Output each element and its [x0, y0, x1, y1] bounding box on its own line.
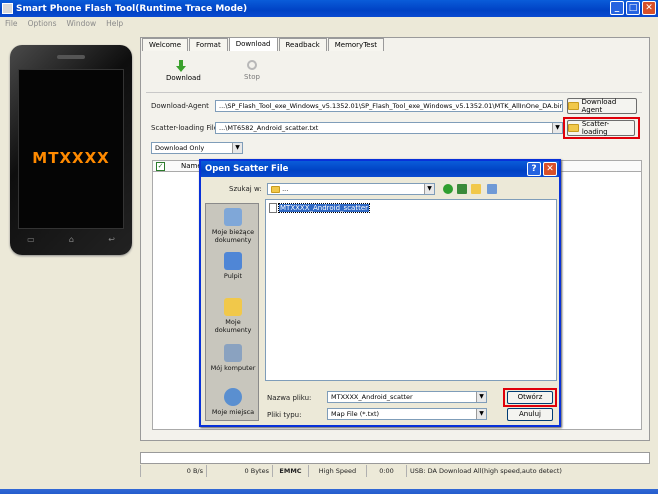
phone-speaker — [57, 55, 85, 59]
open-scatter-file-dialog: Open Scatter File ? ✕ Szukaj w: ... ▼ Mo… — [199, 159, 561, 427]
tab-format[interactable]: Format — [189, 38, 228, 51]
dialog-title-bar: Open Scatter File ? ✕ — [201, 161, 559, 177]
window-title: Smart Phone Flash Tool(Runtime Trace Mod… — [16, 3, 248, 14]
menu-bar: File Options Window Help — [0, 17, 658, 29]
place-recent[interactable]: Moje bieżące dokumenty — [206, 208, 260, 244]
download-arrow-icon — [176, 60, 186, 72]
file-list[interactable]: MTXXXX_Android_scatter — [265, 199, 557, 381]
status-connection: USB: DA Download All(high speed,auto det… — [406, 465, 650, 477]
view-menu-icon[interactable] — [487, 184, 497, 194]
place-desktop-label: Pulpit — [223, 272, 243, 280]
chevron-down-icon[interactable]: ▼ — [232, 143, 242, 153]
tab-readback[interactable]: Readback — [278, 38, 327, 51]
up-folder-icon[interactable] — [457, 184, 467, 194]
places-bar: Moje bieżące dokumenty Pulpit Moje dokum… — [205, 203, 259, 421]
desktop-icon — [224, 252, 242, 270]
file-item-label: MTXXXX_Android_scatter — [277, 203, 371, 213]
place-network-label: Moje miejsca — [211, 408, 255, 416]
close-button[interactable]: ✕ — [642, 1, 656, 15]
cancel-button[interactable]: Anuluj — [507, 408, 553, 421]
look-in-label: Szukaj w: — [229, 185, 262, 193]
place-recent-label: Moje bieżące dokumenty — [211, 228, 255, 244]
place-desktop[interactable]: Pulpit — [206, 252, 260, 280]
stop-icon — [247, 60, 257, 70]
new-folder-icon[interactable] — [471, 184, 481, 194]
tab-welcome[interactable]: Welcome — [142, 38, 189, 51]
look-in-select[interactable]: ... ▼ — [267, 183, 435, 195]
download-label: Download — [166, 74, 201, 82]
scatter-loading-field[interactable]: ...\MT6582_Android_scatter.txt ▼ — [215, 122, 563, 134]
folder-icon — [568, 102, 579, 110]
filename-input[interactable]: MTXXXX_Android_scatter ▼ — [327, 391, 487, 403]
status-speed: 0 B/s — [140, 465, 206, 477]
download-mode-select[interactable]: Download Only ▼ — [151, 142, 243, 154]
filetype-label: Pliki typu: — [267, 411, 302, 419]
download-button[interactable]: Download — [166, 60, 201, 82]
scatter-loading-value: ...\MT6582_Android_scatter.txt — [219, 124, 319, 132]
download-agent-label: Download-Agent — [151, 102, 209, 110]
chevron-down-icon[interactable]: ▼ — [476, 392, 486, 402]
filetype-select[interactable]: Map File (*.txt) ▼ — [327, 408, 487, 420]
recent-documents-icon — [224, 208, 242, 226]
dialog-title: Open Scatter File — [205, 164, 289, 174]
chevron-down-icon[interactable]: ▼ — [476, 409, 486, 419]
download-mode-value: Download Only — [155, 144, 205, 152]
download-agent-field[interactable]: ...\SP_Flash_Tool_exe_Windows_v5.1352.01… — [215, 100, 563, 112]
place-network[interactable]: Moje miejsca — [206, 388, 260, 416]
toolbar-divider — [146, 92, 642, 93]
stop-label: Stop — [244, 73, 260, 81]
menu-file[interactable]: File — [5, 19, 18, 28]
text-file-icon — [269, 203, 277, 213]
download-agent-button-label: Download Agent — [581, 98, 617, 114]
stop-button[interactable]: Stop — [240, 60, 264, 81]
chevron-down-icon[interactable]: ▼ — [424, 184, 434, 194]
phone-back-key-icon: ▭ — [27, 235, 35, 244]
place-my-computer[interactable]: Mój komputer — [206, 344, 260, 372]
download-agent-button[interactable]: Download Agent — [567, 98, 637, 114]
filetype-value: Map File (*.txt) — [331, 410, 380, 418]
network-places-icon — [224, 388, 242, 406]
menu-help[interactable]: Help — [106, 19, 123, 28]
filename-value: MTXXXX_Android_scatter — [331, 393, 413, 401]
phone-return-key-icon: ↩ — [108, 235, 115, 244]
scatter-loading-label: Scatter-loading File — [151, 124, 219, 132]
title-bar: Smart Phone Flash Tool(Runtime Trace Mod… — [0, 0, 658, 17]
phone-brand-label: MTXXXX — [32, 149, 110, 167]
status-bytes: 0 Bytes — [206, 465, 272, 477]
file-item-scatter[interactable]: MTXXXX_Android_scatter — [269, 203, 371, 213]
open-button-highlight — [503, 388, 557, 407]
dialog-close-button[interactable]: ✕ — [543, 162, 557, 176]
select-all-checkbox[interactable]: ✓ — [156, 162, 165, 171]
my-documents-icon — [224, 298, 242, 316]
scatter-loading-highlight — [563, 117, 640, 139]
tab-memorytest[interactable]: MemoryTest — [327, 38, 384, 51]
taskbar — [0, 489, 658, 494]
status-storage: EMMC — [272, 465, 308, 477]
folder-icon — [271, 185, 280, 193]
place-my-documents-label: Moje dokumenty — [214, 318, 252, 334]
maximize-button[interactable]: □ — [626, 1, 640, 15]
place-my-documents[interactable]: Moje dokumenty — [206, 298, 260, 334]
place-my-computer-label: Mój komputer — [210, 364, 256, 372]
my-computer-icon — [224, 344, 242, 362]
status-usb-speed: High Speed — [308, 465, 366, 477]
minimize-button[interactable]: _ — [610, 1, 624, 15]
menu-options[interactable]: Options — [28, 19, 57, 28]
phone-image: MTXXXX ▭ ⌂ ↩ — [10, 45, 132, 255]
progress-bar — [140, 452, 650, 464]
chevron-down-icon[interactable]: ▼ — [552, 123, 562, 133]
look-in-value: ... — [282, 185, 289, 193]
back-icon[interactable] — [443, 184, 453, 194]
status-bar: 0 B/s 0 Bytes EMMC High Speed 0:00 USB: … — [140, 465, 650, 477]
filename-label: Nazwa pliku: — [267, 394, 312, 402]
app-icon — [2, 3, 13, 14]
menu-window[interactable]: Window — [67, 19, 97, 28]
tab-download[interactable]: Download — [228, 37, 278, 51]
status-time: 0:00 — [366, 465, 406, 477]
tab-bar: Welcome Format Download Readback MemoryT… — [142, 37, 385, 51]
dialog-help-button[interactable]: ? — [527, 162, 541, 176]
phone-home-key-icon: ⌂ — [68, 235, 74, 244]
